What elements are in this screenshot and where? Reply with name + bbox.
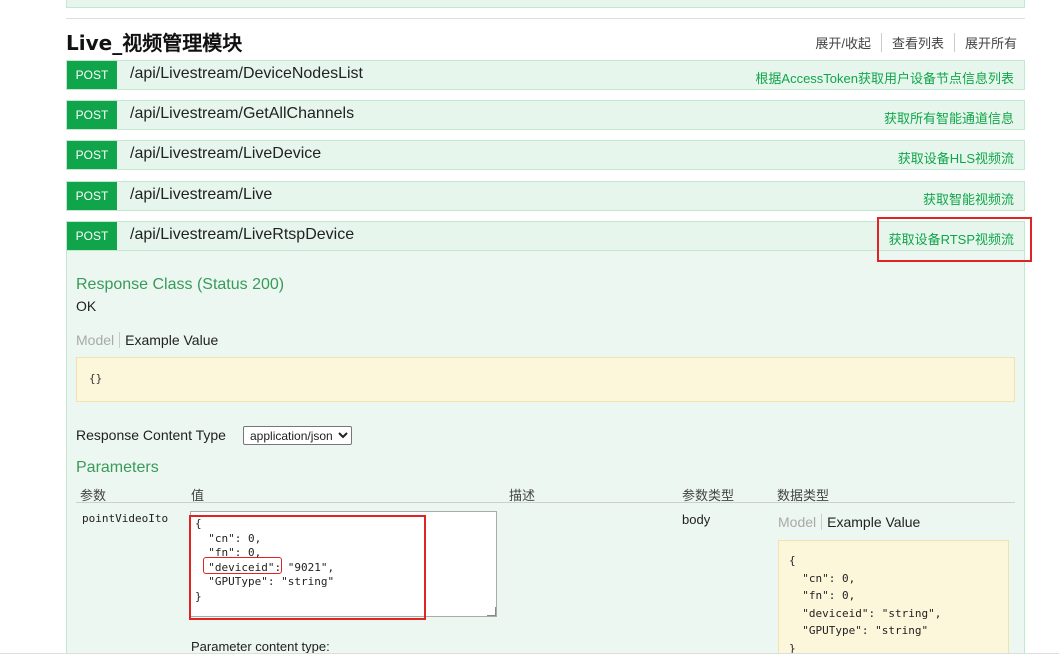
toggle-expand-link[interactable]: 展开/收起 [805, 33, 882, 52]
param-type: body [682, 512, 711, 527]
response-content-type-label: Response Content Type [76, 427, 226, 443]
method-badge[interactable]: POST [67, 182, 117, 210]
response-model-tabs: Model Example Value [76, 332, 218, 348]
response-content-type-select[interactable]: application/json [243, 426, 352, 445]
method-badge[interactable]: POST [67, 222, 117, 250]
endpoint-summary[interactable]: 获取智能视频流 [923, 189, 1014, 208]
response-class-title: Response Class (Status 200) [76, 276, 285, 293]
endpoint-summary[interactable]: 获取所有智能通道信息 [884, 108, 1014, 127]
response-example-box[interactable]: {} [76, 357, 1015, 402]
endpoint-path[interactable]: /api/Livestream/GetAllChannels [130, 105, 354, 123]
method-badge[interactable]: POST [67, 61, 117, 89]
endpoint-summary[interactable]: 根据AccessToken获取用户设备节点信息列表 [755, 68, 1014, 87]
section-divider [66, 18, 1025, 19]
highlight-box-summary [877, 217, 1032, 262]
endpoint-path[interactable]: /api/Livestream/LiveDevice [130, 145, 321, 163]
viewport-bottom [0, 654, 1059, 667]
response-status-text: OK [76, 298, 97, 314]
method-badge[interactable]: POST [67, 141, 117, 169]
textarea-resize-handle[interactable] [487, 607, 496, 616]
endpoint-path[interactable]: /api/Livestream/LiveRtspDevice [130, 226, 354, 244]
model-tab[interactable]: Model [778, 514, 823, 530]
parameters-title: Parameters [76, 459, 159, 476]
endpoint-row[interactable]: POST /api/Livestream/DeviceNodesList 根据A… [66, 60, 1025, 90]
endpoint-path[interactable]: /api/Livestream/DeviceNodesList [130, 65, 363, 83]
endpoint-summary[interactable]: 获取设备HLS视频流 [898, 148, 1014, 167]
header-param-type: 参数类型 [682, 488, 735, 503]
param-name: pointVideoIto [82, 512, 169, 525]
expand-all-link[interactable]: 展开所有 [955, 33, 1017, 52]
list-operations-link[interactable]: 查看列表 [882, 33, 955, 52]
parameter-content-type-label: Parameter content type: [191, 639, 330, 654]
method-badge[interactable]: POST [67, 101, 117, 129]
header-value: 值 [191, 488, 205, 503]
param-schema-example[interactable]: { "cn": 0, "fn": 0, "deviceid": "string"… [778, 540, 1009, 667]
section-title[interactable]: Live_视频管理模块 [66, 27, 242, 56]
example-value-tab[interactable]: Example Value [120, 332, 218, 348]
endpoint-path[interactable]: /api/Livestream/Live [130, 186, 272, 204]
example-value-tab[interactable]: Example Value [822, 514, 920, 530]
highlight-box-deviceid [203, 557, 282, 574]
previous-endpoint-strip[interactable] [66, 0, 1025, 8]
endpoint-row[interactable]: POST /api/Livestream/LiveDevice 获取设备HLS视… [66, 140, 1025, 170]
endpoint-row[interactable]: POST /api/Livestream/Live 获取智能视频流 [66, 181, 1025, 211]
header-data-type: 数据类型 [777, 488, 830, 503]
endpoint-row[interactable]: POST /api/Livestream/GetAllChannels 获取所有… [66, 100, 1025, 130]
param-model-tabs: Model Example Value [778, 514, 920, 530]
model-tab[interactable]: Model [76, 332, 121, 348]
header-param: 参数 [80, 488, 107, 503]
parameters-table-header: 参数 值 描述 参数类型 数据类型 [76, 483, 1015, 503]
section-header: Live_视频管理模块 展开/收起 查看列表 展开所有 [66, 27, 1021, 55]
section-actions: 展开/收起 查看列表 展开所有 [805, 33, 1017, 52]
header-description: 描述 [509, 488, 536, 503]
